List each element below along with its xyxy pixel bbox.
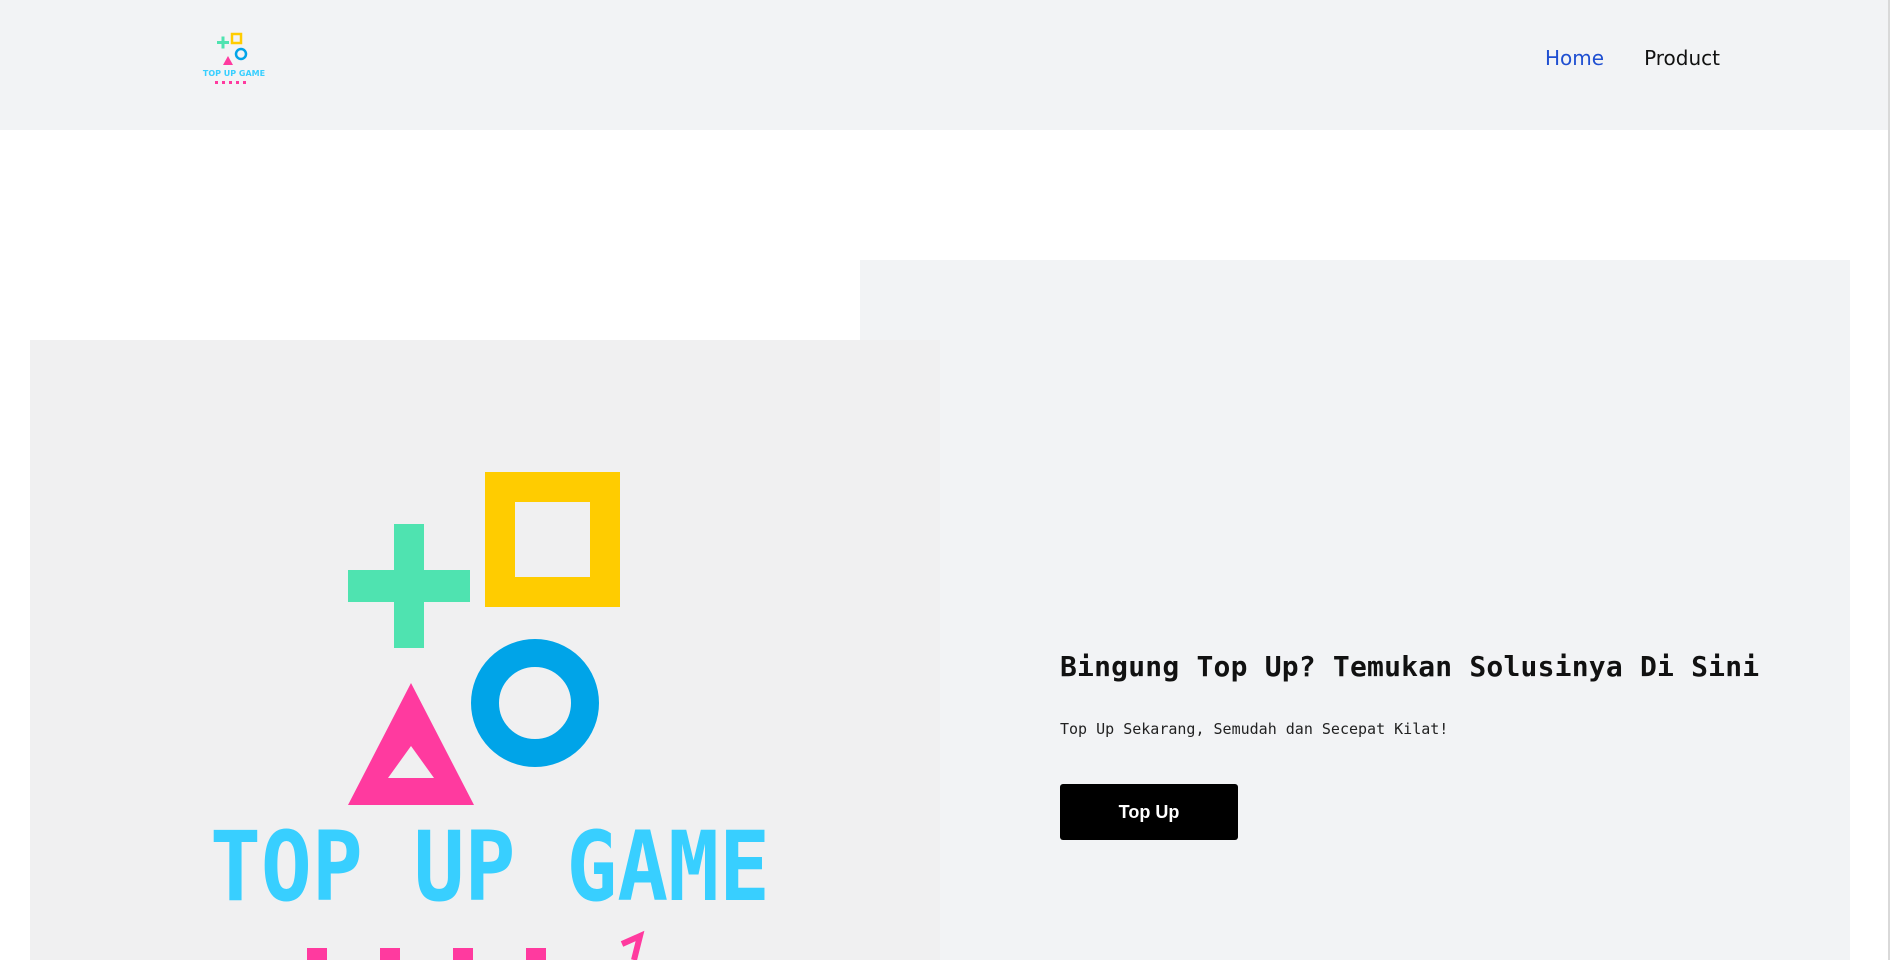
- hero-subtitle: Top Up Sekarang, Semudah dan Secepat Kil…: [1060, 720, 1449, 738]
- hero-logo-text: TOP UP GAME: [210, 811, 770, 923]
- brand-logo-icon[interactable]: TOP UP GAME: [200, 28, 268, 92]
- top-nav-bar: TOP UP GAME Home Product: [0, 0, 1890, 130]
- main-navigation: Home Product: [1545, 46, 1720, 70]
- brand-logo-text: TOP UP GAME: [203, 69, 265, 78]
- hero-image: TOP UP GAME: [30, 340, 940, 960]
- nav-product-link[interactable]: Product: [1644, 46, 1720, 70]
- circle-icon: [471, 639, 599, 767]
- square-icon: [485, 472, 620, 607]
- triangle-icon: [348, 683, 474, 805]
- nav-home-link[interactable]: Home: [1545, 46, 1604, 70]
- hero-logo-underline: [307, 930, 645, 960]
- hero-title: Bingung Top Up? Temukan Solusinya Di Sin…: [1060, 650, 1760, 683]
- top-up-button[interactable]: Top Up: [1060, 784, 1238, 840]
- page: TOP UP GAME Home Product TOP UP GAME Bin…: [0, 0, 1890, 960]
- hero-content-panel: [860, 260, 1850, 960]
- plus-icon: [348, 524, 470, 648]
